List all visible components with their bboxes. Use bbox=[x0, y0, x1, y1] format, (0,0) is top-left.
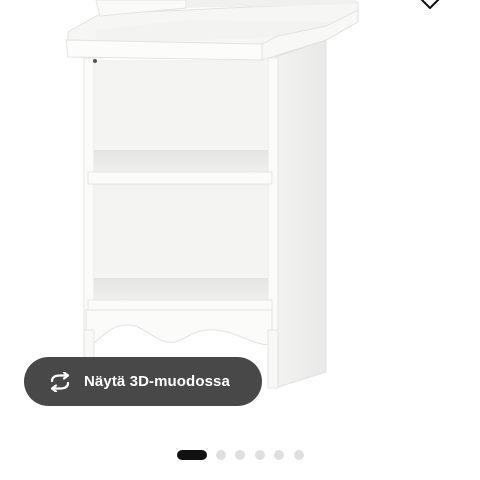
rotate-arrows-icon bbox=[46, 371, 74, 392]
carousel-dot-5[interactable] bbox=[274, 450, 284, 460]
favourite-button[interactable] bbox=[410, 0, 450, 12]
carousel-dot-4[interactable] bbox=[255, 450, 265, 460]
carousel-dot-2[interactable] bbox=[216, 450, 226, 460]
view-in-3d-label: Näytä 3D-muodossa bbox=[84, 373, 230, 390]
product-gallery: Näytä 3D-muodossa bbox=[0, 0, 480, 480]
carousel-dot-1[interactable] bbox=[177, 450, 207, 460]
carousel-dot-6[interactable] bbox=[294, 450, 304, 460]
carousel-dot-3[interactable] bbox=[235, 450, 245, 460]
carousel-pagination bbox=[0, 450, 480, 460]
view-in-3d-button[interactable]: Näytä 3D-muodossa bbox=[24, 357, 262, 406]
heart-outline-icon bbox=[418, 0, 442, 17]
